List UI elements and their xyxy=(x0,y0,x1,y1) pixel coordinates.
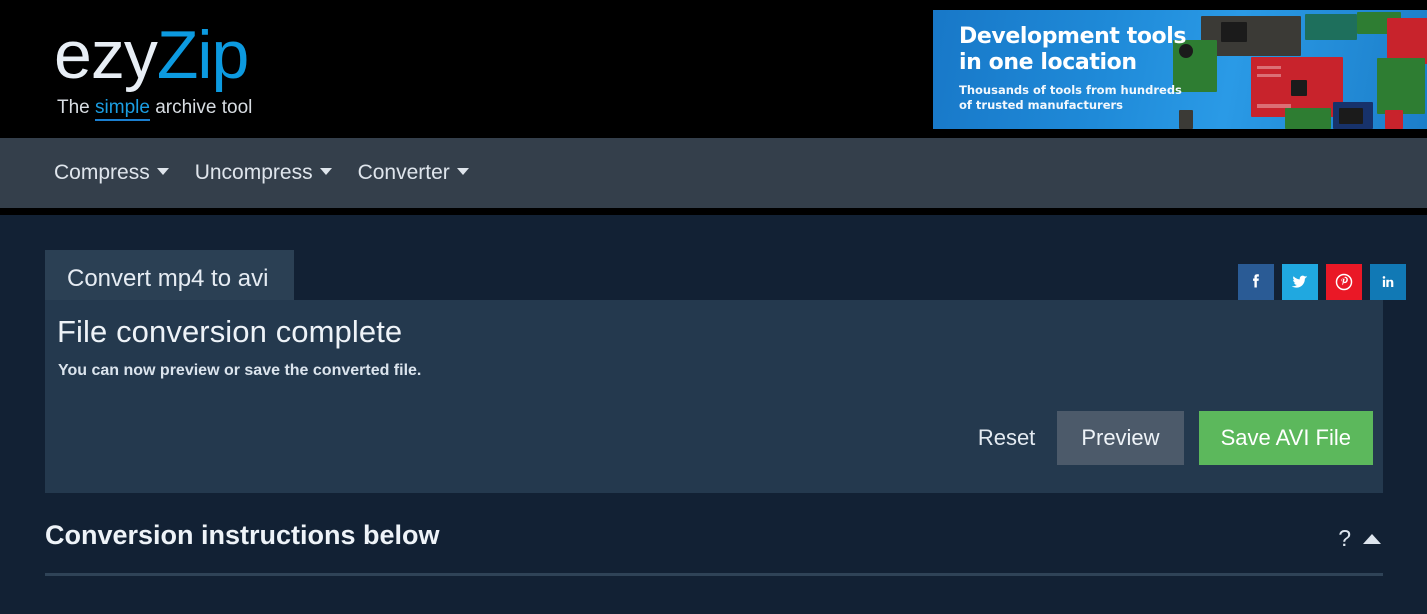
ad-artwork-board xyxy=(1385,110,1403,129)
advertisement-banner[interactable]: Development tools in one location Thousa… xyxy=(933,10,1427,129)
ad-artwork-chip xyxy=(1339,108,1363,124)
nav-item-uncompress[interactable]: Uncompress xyxy=(195,161,332,185)
nav-item-list: Compress Uncompress Converter xyxy=(54,161,469,185)
ad-headline-line2: in one location xyxy=(959,50,1137,75)
ad-artwork-trace xyxy=(1257,74,1281,77)
social-share-bar xyxy=(1238,264,1406,300)
caret-up-icon[interactable] xyxy=(1363,533,1381,544)
tagline-highlight: simple xyxy=(95,97,150,121)
ad-subtext-line2: of trusted manufacturers xyxy=(959,98,1124,112)
main-navigation: Compress Uncompress Converter xyxy=(0,138,1427,208)
ad-copy: Development tools in one location Thousa… xyxy=(959,24,1219,113)
instructions-heading: Conversion instructions below xyxy=(45,520,440,550)
reset-button[interactable]: Reset xyxy=(956,425,1057,451)
nav-item-label: Converter xyxy=(357,161,450,184)
instructions-section: Conversion instructions below ? xyxy=(45,520,1383,576)
linkedin-icon xyxy=(1382,276,1394,287)
site-header: ezyZip The simple archive tool Developme… xyxy=(0,0,1427,138)
chevron-down-icon xyxy=(319,168,332,175)
ad-artwork-chip xyxy=(1221,22,1247,42)
main-content: Convert mp4 to avi File conversion compl… xyxy=(0,215,1427,614)
save-avi-file-button[interactable]: Save AVI File xyxy=(1198,411,1373,465)
chevron-down-icon xyxy=(156,168,169,175)
ad-artwork-board xyxy=(1377,58,1425,114)
instructions-controls: ? xyxy=(1338,527,1381,550)
logo-text-ezy: ezy xyxy=(54,17,158,93)
tab-convert-mp4-to-avi[interactable]: Convert mp4 to avi xyxy=(45,250,295,307)
nav-item-label: Uncompress xyxy=(194,161,313,184)
ad-artwork-board xyxy=(1305,14,1357,40)
pinterest-icon xyxy=(1335,273,1353,291)
nav-item-converter[interactable]: Converter xyxy=(358,161,469,185)
logo-wordmark: ezyZip xyxy=(54,16,252,94)
conversion-panel: File conversion complete You can now pre… xyxy=(45,300,1383,493)
ad-subtext-line1: Thousands of tools from hundreds xyxy=(959,83,1182,97)
help-question-icon[interactable]: ? xyxy=(1338,527,1351,550)
chevron-down-icon xyxy=(456,168,469,175)
facebook-share-button[interactable] xyxy=(1238,264,1274,300)
linkedin-share-button[interactable] xyxy=(1370,264,1406,300)
twitter-icon xyxy=(1291,275,1308,288)
logo-text-zip: Zip xyxy=(156,17,249,93)
page-title: File conversion complete xyxy=(57,314,403,349)
section-divider xyxy=(45,573,1383,576)
tagline-before: The xyxy=(57,97,96,118)
page-subtitle: You can now preview or save the converte… xyxy=(58,362,422,379)
site-logo[interactable]: ezyZip The simple archive tool xyxy=(54,16,253,121)
save-button-wrapper: Save AVI File xyxy=(1184,400,1383,476)
twitter-share-button[interactable] xyxy=(1282,264,1318,300)
pinterest-share-button[interactable] xyxy=(1326,264,1362,300)
action-button-row: Reset Preview Save AVI File xyxy=(956,410,1383,466)
tab-strip: Convert mp4 to avi xyxy=(45,250,295,307)
nav-bottom-border xyxy=(0,208,1427,215)
ad-artwork-chip xyxy=(1291,80,1307,96)
preview-button[interactable]: Preview xyxy=(1057,411,1184,465)
ad-artwork-board xyxy=(1285,108,1331,129)
facebook-icon xyxy=(1253,274,1259,288)
nav-item-compress[interactable]: Compress xyxy=(54,161,169,185)
logo-tagline: The simple archive tool xyxy=(54,96,253,121)
tagline-after: archive tool xyxy=(149,97,253,118)
nav-item-label: Compress xyxy=(54,161,150,184)
ad-artwork-trace xyxy=(1257,66,1281,69)
ad-headline-line1: Development tools xyxy=(959,24,1187,49)
